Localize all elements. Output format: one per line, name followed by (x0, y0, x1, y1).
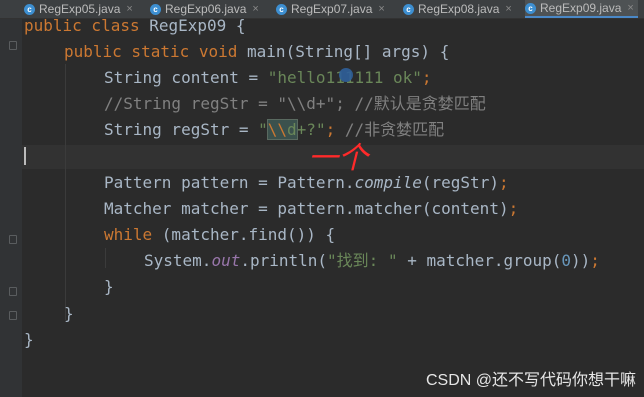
watermark-text: CSDN @还不写代码你想干嘛 (425, 372, 636, 389)
code-line-2[interactable]: public static void main(String[] args) { (64, 39, 449, 65)
tab-regexp08[interactable]: c RegExp08.java × (403, 0, 512, 18)
tab-regexp07[interactable]: c RegExp07.java × (276, 0, 385, 18)
java-class-icon: c (276, 3, 287, 15)
close-icon[interactable]: × (252, 3, 258, 15)
fold-marker-icon[interactable] (9, 311, 17, 320)
close-icon[interactable]: × (627, 2, 633, 14)
code-line-8[interactable]: Matcher matcher = pattern.matcher(conten… (104, 196, 518, 222)
java-class-icon: c (525, 2, 536, 14)
code-line-13[interactable]: } (24, 327, 34, 353)
code-line-4[interactable]: //String regStr = "\\d+"; //默认是贪婪匹配 (104, 91, 486, 117)
tab-label: RegExp08.java (418, 2, 500, 16)
text-caret (24, 147, 26, 165)
fold-marker-icon[interactable] (9, 41, 17, 50)
indent-guide (105, 248, 106, 268)
code-line-1[interactable]: public class RegExp09 { (24, 13, 246, 39)
code-line-3[interactable]: String content = "hello111111 ok"; (104, 65, 432, 91)
code-line-7[interactable]: Pattern pattern = Pattern.compile(regStr… (104, 170, 509, 196)
code-line-11[interactable]: } (104, 274, 114, 300)
fold-marker-icon[interactable] (9, 287, 17, 296)
code-line-12[interactable]: } (64, 301, 74, 327)
tab-regexp09[interactable]: c RegExp09.java × (525, 0, 638, 18)
intention-bulb-icon[interactable] (339, 68, 353, 82)
code-line-10[interactable]: System.out.println("找到: " + matcher.grou… (144, 248, 600, 274)
indent-guide (65, 64, 66, 320)
code-line-9[interactable]: while (matcher.find()) { (104, 222, 335, 248)
close-icon[interactable]: × (378, 3, 384, 15)
java-class-icon: c (403, 3, 414, 15)
tab-label: RegExp09.java (540, 1, 622, 15)
tab-label: RegExp07.java (291, 2, 373, 16)
editor-gutter (0, 19, 22, 397)
fold-marker-icon[interactable] (9, 235, 17, 244)
close-icon[interactable]: × (505, 3, 511, 15)
